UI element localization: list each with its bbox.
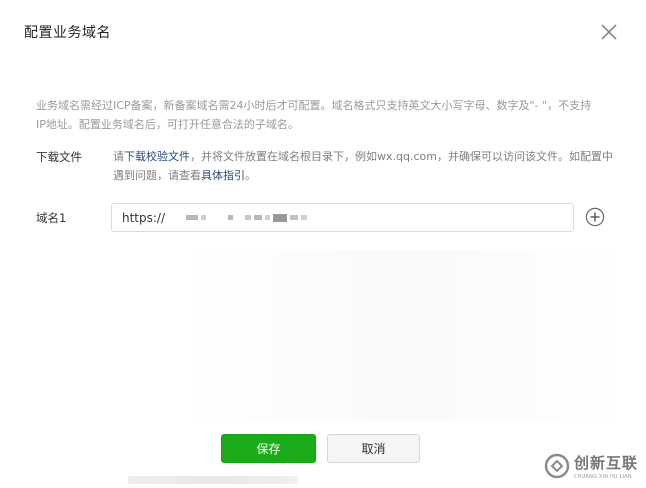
redacted-domain — [186, 213, 307, 222]
add-domain-button[interactable] — [585, 207, 605, 227]
download-text-prefix: 请 — [113, 150, 124, 163]
download-text-suffix: 。 — [245, 169, 256, 182]
plus-circle-icon — [585, 207, 605, 227]
watermark-sub: CHUANG XIN HU LIAN — [574, 474, 632, 480]
dialog-title: 配置业务域名 — [24, 25, 111, 41]
watermark-name: 创新互联 — [574, 454, 639, 472]
download-file-label: 下载文件 — [36, 150, 82, 164]
cancel-button[interactable]: 取消 — [327, 434, 420, 463]
background-overlay — [185, 250, 625, 420]
blurred-footer-text — [128, 476, 298, 484]
guide-link[interactable]: 具体指引 — [201, 169, 245, 182]
domain-description: 业务域名需经过ICP备案，新备案域名需24小时后才可配置。域名格式只支持英文大小… — [36, 99, 592, 131]
domain-field[interactable] — [122, 210, 182, 225]
close-icon — [601, 24, 617, 40]
download-instructions: 请下载校验文件，并将文件放置在域名根目录下，例如wx.qq.com，并确保可以访… — [113, 147, 613, 185]
download-verify-file-link[interactable]: 下载校验文件 — [124, 150, 190, 163]
watermark-logo: 创新互联 CHUANG XIN HU LIAN — [544, 450, 644, 482]
save-button[interactable]: 保存 — [221, 434, 316, 463]
watermark-text: 创新互联 CHUANG XIN HU LIAN — [574, 452, 638, 480]
configure-domain-dialog: 配置业务域名 业务域名需经过ICP备案，新备案域名需24小时后才可配置。域名格式… — [0, 0, 646, 488]
logo-icon — [544, 453, 570, 479]
close-button[interactable] — [597, 20, 621, 44]
domain-input-box[interactable] — [111, 203, 574, 232]
domain-label: 域名1 — [36, 211, 67, 225]
